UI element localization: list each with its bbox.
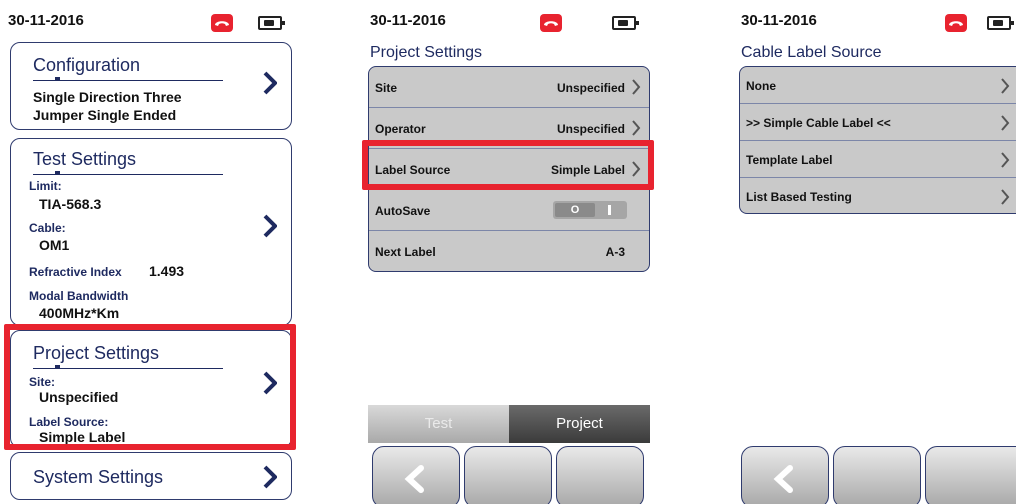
battery-icon [987, 16, 1014, 30]
list-row-list-based-testing[interactable]: List Based Testing [740, 178, 1016, 213]
row-label: Next Label [375, 245, 436, 259]
phone-icon [945, 14, 967, 32]
limit-value: TIA-568.3 [39, 196, 102, 212]
status-bar: 30-11-2016 [733, 0, 1016, 40]
row-label: Template Label [746, 153, 833, 167]
battery-icon [258, 16, 285, 30]
softkey-3[interactable] [925, 446, 1016, 504]
project-settings-card[interactable]: Project Settings Site: Unspecified Label… [10, 330, 292, 448]
system-settings-title: System Settings [33, 467, 164, 487]
divider [33, 368, 223, 369]
cable-label: Cable: [29, 221, 66, 235]
date-label: 30-11-2016 [8, 12, 84, 29]
chevron-right-icon [263, 465, 277, 489]
list-row-template-label[interactable]: Template Label [740, 141, 1016, 178]
label-source-label: Label Source: [29, 415, 109, 429]
back-arrow-icon [404, 465, 424, 493]
tab-project[interactable]: Project [509, 405, 650, 443]
row-label: >> Simple Cable Label << [746, 116, 891, 130]
toggle-handle [608, 205, 611, 215]
main-settings-screen: 30-11-2016 Configuration Single Directio… [0, 0, 300, 504]
row-value: Unspecified [556, 122, 625, 136]
project-settings-title: Project Settings [33, 343, 160, 363]
site-label: Site: [29, 375, 56, 389]
softkey-2[interactable] [833, 446, 921, 504]
divider [33, 174, 223, 175]
row-value: Simple Label [550, 163, 625, 177]
divider-marker [55, 77, 60, 80]
autosave-toggle[interactable]: O [553, 201, 627, 219]
divider [33, 80, 223, 81]
refractive-index-value: 1.493 [149, 263, 185, 279]
row-label: AutoSave [375, 204, 431, 218]
chevron-right-icon [632, 79, 641, 95]
chevron-right-icon [1001, 115, 1010, 131]
date-label: 30-11-2016 [741, 12, 817, 29]
tab-bar: Test Project [368, 405, 650, 443]
configuration-line1: Single Direction Three [33, 89, 182, 105]
chevron-right-icon [632, 120, 641, 136]
chevron-right-icon [1001, 78, 1010, 94]
configuration-title: Configuration [33, 55, 141, 75]
softkey-3[interactable] [556, 446, 644, 504]
cable-label-source-screen: 30-11-2016 Cable Label Source None >> Si… [733, 0, 1016, 504]
chevron-right-icon [263, 371, 277, 395]
phone-icon [211, 14, 233, 32]
date-label: 30-11-2016 [370, 12, 446, 29]
tab-test[interactable]: Test [368, 405, 509, 443]
toggle-off-text: O [555, 203, 595, 217]
list-row-autosave: AutoSave O [369, 190, 649, 231]
back-button[interactable] [741, 446, 829, 504]
system-settings-card[interactable]: System Settings [10, 452, 292, 500]
cable-label-source-list: None >> Simple Cable Label << Template L… [739, 66, 1016, 214]
test-settings-card[interactable]: Test Settings Limit: TIA-568.3 Cable: OM… [10, 138, 292, 326]
label-source-value: Simple Label [39, 429, 126, 445]
refractive-index-label: Refractive Index [29, 265, 122, 279]
site-value: Unspecified [39, 389, 119, 405]
list-row-label-source[interactable]: Label Source Simple Label [369, 149, 649, 190]
phone-icon [540, 14, 562, 32]
softkey-2[interactable] [464, 446, 552, 504]
list-row-none[interactable]: None [740, 67, 1016, 104]
list-row-operator[interactable]: Operator Unspecified [369, 108, 649, 149]
divider-marker [55, 171, 60, 174]
modal-bandwidth-value: 400MHz*Km [39, 305, 120, 321]
cable-value: OM1 [39, 237, 70, 253]
row-label: Label Source [375, 163, 451, 177]
chevron-right-icon [263, 214, 277, 238]
page-title: Project Settings [370, 44, 483, 61]
row-value: Unspecified [556, 81, 625, 95]
chevron-right-icon [1001, 152, 1010, 168]
row-value: A-3 [605, 245, 625, 259]
page-title: Cable Label Source [741, 44, 882, 61]
list-row-next-label[interactable]: Next Label A-3 [369, 231, 649, 271]
row-label: List Based Testing [746, 190, 852, 204]
list-row-simple-cable-label[interactable]: >> Simple Cable Label << [740, 104, 1016, 141]
back-button[interactable] [372, 446, 460, 504]
chevron-right-icon [263, 71, 277, 95]
chevron-right-icon [632, 161, 641, 177]
list-row-site[interactable]: Site Unspecified [369, 67, 649, 108]
row-label: Operator [375, 122, 426, 136]
test-settings-title: Test Settings [33, 149, 137, 169]
limit-label: Limit: [29, 179, 62, 193]
project-settings-list: Site Unspecified Operator Unspecified La… [368, 66, 650, 272]
status-bar: 30-11-2016 [0, 0, 300, 40]
configuration-line2: Jumper Single Ended [33, 107, 177, 123]
configuration-card[interactable]: Configuration Single Direction Three Jum… [10, 42, 292, 130]
row-label: Site [375, 81, 398, 95]
row-label: None [746, 79, 776, 93]
project-settings-screen: 30-11-2016 Project Settings Site Unspeci… [362, 0, 654, 504]
modal-bandwidth-label: Modal Bandwidth [29, 289, 129, 303]
status-bar: 30-11-2016 [362, 0, 654, 40]
back-arrow-icon [773, 465, 793, 493]
chevron-right-icon [1001, 189, 1010, 205]
battery-icon [612, 16, 639, 30]
divider-marker [55, 365, 60, 368]
